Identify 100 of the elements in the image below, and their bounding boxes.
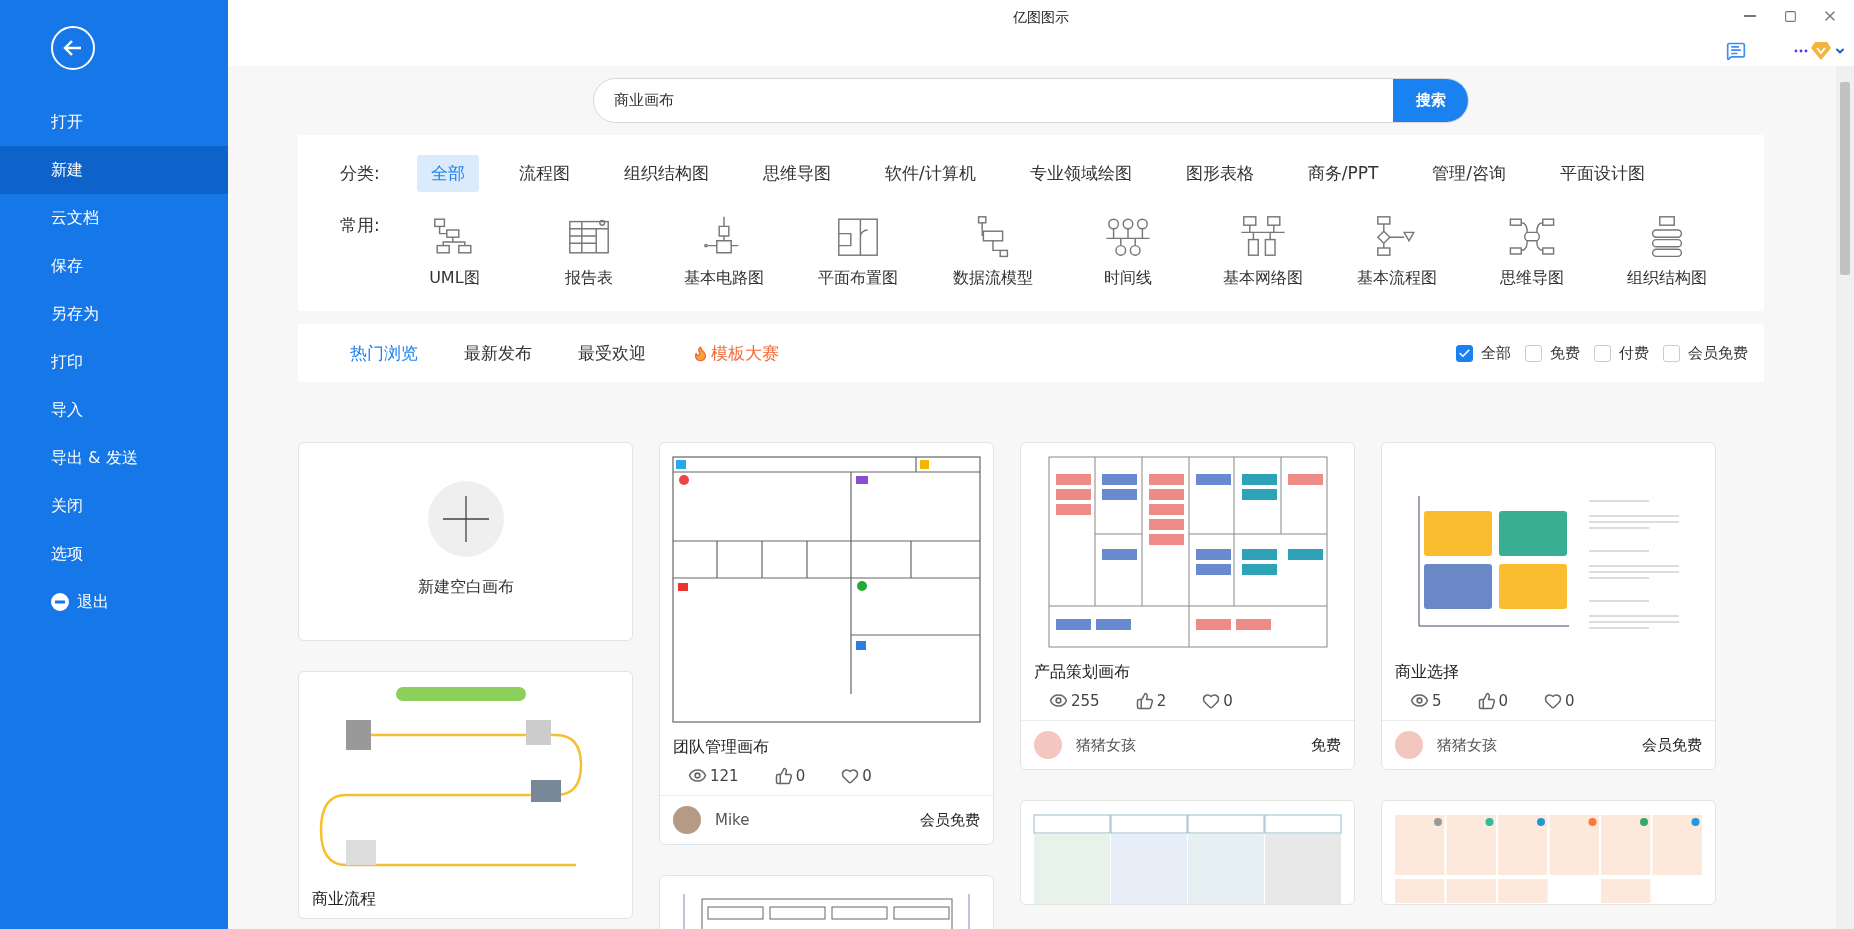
checkbox[interactable] bbox=[1456, 344, 1473, 362]
favorites-count: 0 bbox=[1544, 691, 1575, 710]
diagram-type-icon bbox=[1238, 214, 1287, 258]
diagram-type-button[interactable]: 基本网络图 bbox=[1195, 214, 1330, 289]
category-tab[interactable]: 平面设计图 bbox=[1546, 155, 1660, 192]
views-count: 255 bbox=[1049, 691, 1100, 710]
diagram-type-button[interactable]: 报告表 bbox=[521, 214, 657, 289]
diagram-type-button[interactable]: 组织结构图 bbox=[1599, 214, 1735, 289]
sidebar-item[interactable]: 导出 & 发送 bbox=[0, 434, 228, 482]
template-card[interactable]: 产品策划画布 255 2 0 猪猪女孩 免费 bbox=[1020, 442, 1355, 770]
eye-icon bbox=[1049, 691, 1068, 710]
minimize-icon bbox=[1744, 15, 1756, 17]
category-tab[interactable]: 流程图 bbox=[505, 155, 584, 192]
check-icon bbox=[1458, 346, 1471, 360]
template-card[interactable] bbox=[659, 875, 994, 929]
sidebar-item[interactable]: 退出 bbox=[0, 578, 228, 626]
sort-tab[interactable]: 最新发布 bbox=[464, 341, 532, 365]
sidebar-item[interactable]: 选项 bbox=[0, 530, 228, 578]
sort-tab[interactable]: 最受欢迎 bbox=[578, 341, 646, 365]
sidebar-item[interactable]: 导入 bbox=[0, 386, 228, 434]
template-card[interactable] bbox=[1020, 800, 1355, 905]
filter-checkbox[interactable]: 全部 bbox=[1456, 343, 1511, 363]
checkbox[interactable] bbox=[1663, 344, 1680, 362]
category-tab[interactable]: 思维导图 bbox=[749, 155, 845, 192]
flame-icon bbox=[692, 344, 709, 362]
exit-icon bbox=[51, 593, 69, 611]
category-tab[interactable]: 商务/PPT bbox=[1293, 155, 1393, 192]
sidebar-item[interactable]: 新建 bbox=[0, 146, 228, 194]
template-title: 产品策划画布 bbox=[1033, 661, 1131, 683]
template-card[interactable]: 团队管理画布 121 0 0 Mike 会员免费 bbox=[659, 442, 994, 845]
category-tab[interactable]: 管理/咨询 bbox=[1418, 155, 1521, 192]
diagram-type-button[interactable]: 基本电路图 bbox=[656, 214, 792, 289]
thumbs-up-icon bbox=[1135, 691, 1154, 710]
diagram-type-button[interactable]: 数据流模型 bbox=[925, 214, 1061, 289]
heart-icon bbox=[1202, 691, 1221, 710]
template-card[interactable]: 商业选择 5 0 0 猪猪女孩 会员免费 bbox=[1381, 442, 1716, 770]
window-title: 亿图图示 bbox=[1013, 8, 1069, 27]
maximize-icon bbox=[1783, 9, 1797, 23]
sidebar-item[interactable]: 打印 bbox=[0, 338, 228, 386]
diagram-type-button[interactable]: 思维导图 bbox=[1464, 214, 1600, 289]
filter-label: 付费 bbox=[1619, 343, 1649, 363]
favorites-count: 0 bbox=[1202, 691, 1233, 710]
more-icon bbox=[1794, 48, 1808, 53]
heart-icon bbox=[841, 766, 860, 785]
sort-tab[interactable]: 热门浏览 bbox=[350, 341, 418, 365]
vip-button[interactable] bbox=[1794, 40, 1846, 61]
filter-label: 免费 bbox=[1550, 343, 1580, 363]
favorites-count: 0 bbox=[841, 766, 872, 785]
sidebar-item[interactable]: 另存为 bbox=[0, 290, 228, 338]
diagram-type-button[interactable]: 基本流程图 bbox=[1329, 214, 1465, 289]
likes-count: 0 bbox=[1477, 691, 1509, 710]
filter-checkbox[interactable]: 付费 bbox=[1594, 343, 1649, 363]
views-count: 121 bbox=[688, 766, 739, 785]
template-card[interactable] bbox=[1381, 800, 1716, 905]
diagram-type-button[interactable]: 平面布置图 bbox=[791, 214, 926, 289]
common-label: 常用: bbox=[340, 214, 381, 237]
category-tab[interactable]: 软件/计算机 bbox=[871, 155, 990, 192]
category-tab[interactable]: 图形表格 bbox=[1171, 155, 1268, 192]
template-title: 商业流程 bbox=[311, 888, 377, 910]
sidebar-item[interactable]: 云文档 bbox=[0, 194, 228, 242]
chat-icon[interactable] bbox=[1726, 40, 1746, 61]
template-card[interactable]: 商业流程 bbox=[298, 671, 633, 919]
thumbs-up-icon bbox=[774, 766, 793, 785]
price-label: 会员免费 bbox=[920, 810, 980, 830]
thumbs-up-icon bbox=[1477, 691, 1496, 710]
filter-checkbox[interactable]: 免费 bbox=[1525, 343, 1580, 363]
author-name: Mike bbox=[715, 811, 750, 829]
heart-icon bbox=[1544, 691, 1563, 710]
filter-label: 会员免费 bbox=[1688, 343, 1748, 363]
template-title: 团队管理画布 bbox=[672, 736, 770, 758]
avatar bbox=[1395, 731, 1423, 759]
back-button[interactable] bbox=[51, 26, 95, 70]
likes-count: 2 bbox=[1135, 691, 1167, 710]
price-label: 免费 bbox=[1311, 735, 1341, 755]
category-tab[interactable]: 组织结构图 bbox=[610, 155, 723, 192]
avatar bbox=[673, 806, 701, 834]
category-tab[interactable]: 专业领域绘图 bbox=[1015, 155, 1146, 192]
checkbox[interactable] bbox=[1525, 344, 1542, 362]
author-name: 猪猪女孩 bbox=[1437, 735, 1497, 755]
category-label: 分类: bbox=[340, 162, 381, 185]
sidebar-item[interactable]: 关闭 bbox=[0, 482, 228, 530]
scrollbar[interactable] bbox=[1836, 66, 1854, 929]
new-blank-canvas-card[interactable]: 新建空白画布 bbox=[298, 442, 633, 641]
checkbox[interactable] bbox=[1594, 344, 1611, 362]
template-title: 商业选择 bbox=[1394, 661, 1460, 683]
views-count: 5 bbox=[1410, 691, 1442, 710]
likes-count: 0 bbox=[774, 766, 806, 785]
vip-diamond-icon bbox=[1810, 40, 1832, 61]
author-name: 猪猪女孩 bbox=[1076, 735, 1136, 755]
diagram-type-button[interactable]: 时间线 bbox=[1060, 214, 1196, 289]
eye-icon bbox=[688, 766, 707, 785]
filter-checkbox[interactable]: 会员免费 bbox=[1663, 343, 1748, 363]
diagram-type-button[interactable]: UML图 bbox=[387, 214, 522, 289]
eye-icon bbox=[1410, 691, 1429, 710]
search-field[interactable]: 商业画布 搜索 bbox=[593, 78, 1469, 123]
avatar bbox=[1034, 731, 1062, 759]
filter-label: 全部 bbox=[1481, 343, 1511, 363]
sidebar-item[interactable]: 保存 bbox=[0, 242, 228, 290]
search-button[interactable]: 搜索 bbox=[1393, 79, 1468, 122]
sidebar-item[interactable]: 打开 bbox=[0, 98, 228, 146]
